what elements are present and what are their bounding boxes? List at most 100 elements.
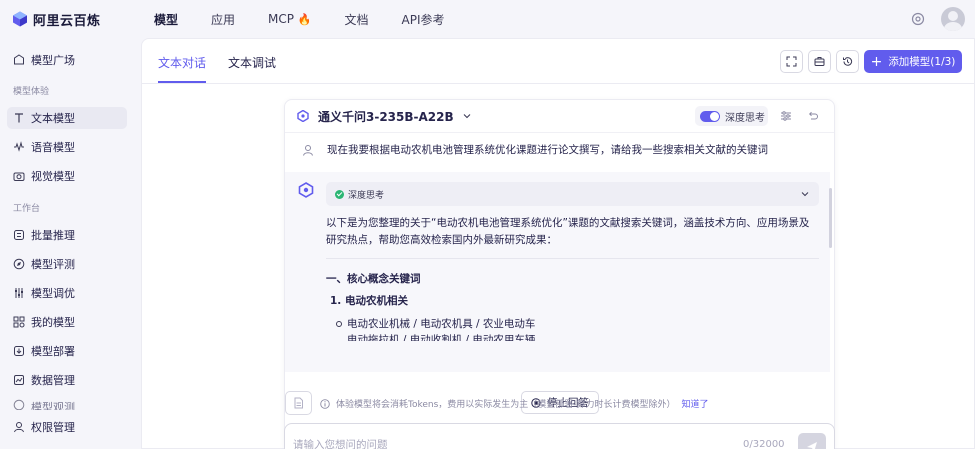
camera-icon xyxy=(13,172,25,181)
sidebar-item-label: 模型观测 xyxy=(31,401,75,410)
waveform-icon xyxy=(14,141,24,152)
user-message-text: 现在我要根据电动农机电池管理系统优化课题进行论文撰写，请给我一些搜索相关文献的关… xyxy=(327,144,768,156)
settings-sliders-icon[interactable] xyxy=(780,110,792,122)
answer-subsection-title: 1. 电动农机相关 xyxy=(330,295,408,307)
history-icon xyxy=(843,57,853,66)
sidebar-item-model-deploy[interactable]: 模型部署 xyxy=(7,340,127,362)
top-nav: 模型 应用 MCP 🔥 文档 API参考 xyxy=(154,11,478,28)
sidebar-item-label: 批量推理 xyxy=(31,229,75,242)
add-model-button[interactable]: + 添加模型(1/3) xyxy=(864,50,962,73)
toolbox-icon xyxy=(814,57,825,66)
user-message: 现在我要根据电动农机电池管理系统优化课题进行论文撰写，请给我一些搜索相关文献的关… xyxy=(302,142,822,157)
undo-icon[interactable] xyxy=(807,110,819,122)
token-notice: 体验模型将会消耗Tokens，费用以实际发生为主（模型部署-算力时长计费模型除外… xyxy=(320,397,709,410)
fire-icon: 🔥 xyxy=(297,13,312,26)
model-selector-bar: 通义千问3-235B-A22B 深度思考 xyxy=(285,100,834,133)
deploy-icon xyxy=(14,346,24,356)
nav-item-api[interactable]: API参考 xyxy=(402,11,445,28)
sidebar-item-label: 视觉模型 xyxy=(31,170,75,183)
token-notice-text: 体验模型将会消耗Tokens，费用以实际发生为主（模型部署-算力时长计费模型除外… xyxy=(336,400,676,410)
qwen-logo-icon xyxy=(298,182,314,198)
sidebar-item-vision-model[interactable]: 视觉模型 xyxy=(7,165,127,187)
toggle-switch[interactable] xyxy=(700,110,720,122)
sidebar-item-label: 我的模型 xyxy=(31,316,75,329)
list-item: 电动拖拉机 / 电动收割机 / 电动农用车辆 xyxy=(347,334,536,341)
sidebar-item-model-eval[interactable]: 模型评测 xyxy=(7,253,127,275)
user-avatar-icon xyxy=(303,144,313,156)
nav-item-apps[interactable]: 应用 xyxy=(211,11,235,28)
thinking-label: 深度思考 xyxy=(348,190,385,201)
compass-icon xyxy=(13,258,25,270)
thinking-panel[interactable]: 深度思考 xyxy=(326,182,819,206)
chevron-down-icon[interactable] xyxy=(462,111,472,121)
nav-item-docs[interactable]: 文档 xyxy=(345,11,369,28)
fullscreen-button[interactable] xyxy=(780,50,803,73)
grid-icon xyxy=(13,316,25,328)
sidebar-item-label: 模型评测 xyxy=(31,258,75,271)
deep-think-label: 深度思考 xyxy=(725,112,765,124)
answer-intro: 以下是为您整理的关于“电动农机电池管理系统优化”课题的文献搜索关键词，涵盖技术方… xyxy=(326,217,810,246)
toolbox-button[interactable] xyxy=(808,50,831,73)
top-bar: 阿里云百炼 模型 应用 MCP 🔥 文档 API参考 xyxy=(0,0,975,38)
sidebar-section-workbench: 工作台 xyxy=(13,204,41,214)
avatar[interactable] xyxy=(941,7,965,31)
chat-input-box: 0/32000 xyxy=(284,423,835,449)
document-icon xyxy=(294,397,303,409)
sidebar-item-voice-model[interactable]: 语音模型 xyxy=(7,136,127,158)
user-icon xyxy=(14,422,24,433)
scrollbar-thumb[interactable] xyxy=(829,188,832,248)
main-panel: 文本对话 文本调试 + 添加模型(1/3) 通义千问3-235B-A22B 深度… xyxy=(141,38,975,449)
sidebar-item-my-models[interactable]: 我的模型 xyxy=(7,311,127,333)
sidebar-item-data-mgmt[interactable]: 数据管理 xyxy=(7,369,127,391)
sidebar-item-label: 模型广场 xyxy=(31,54,75,67)
sidebar-item-model-monitor[interactable]: 模型观测 xyxy=(7,399,127,410)
info-icon xyxy=(320,398,330,409)
sidebar-item-label: 语音模型 xyxy=(31,141,75,154)
assistant-message: 深度思考 以下是为您整理的关于“电动农机电池管理系统优化”课题的文献搜索关键词，… xyxy=(285,172,830,372)
deep-think-toggle[interactable]: 深度思考 xyxy=(695,106,768,126)
fullscreen-icon xyxy=(786,56,797,67)
monitor-icon xyxy=(13,399,25,410)
sidebar-item-model-plaza[interactable]: 模型广场 xyxy=(7,49,127,71)
got-it-link[interactable]: 知道了 xyxy=(682,397,709,410)
text-icon xyxy=(15,113,23,123)
sliders-icon xyxy=(15,288,23,298)
plus-icon: + xyxy=(870,53,883,70)
brand-logo-icon xyxy=(13,11,27,27)
send-button[interactable] xyxy=(798,433,826,449)
chat-input[interactable] xyxy=(293,436,723,449)
sidebar-item-label: 权限管理 xyxy=(31,421,75,434)
nav-item-models[interactable]: 模型 xyxy=(154,11,178,28)
tab-text-debug[interactable]: 文本调试 xyxy=(228,54,276,83)
send-icon xyxy=(807,442,817,449)
sidebar-item-batch-inference[interactable]: 批量推理 xyxy=(7,224,127,246)
chevron-down-icon[interactable] xyxy=(801,190,809,198)
history-button[interactable] xyxy=(836,50,859,73)
gear-icon[interactable] xyxy=(911,12,925,26)
answer-section-title: 一、核心概念关键词 xyxy=(326,273,421,285)
tab-text-chat[interactable]: 文本对话 xyxy=(158,54,207,83)
attach-doc-button[interactable] xyxy=(285,391,312,415)
chart-icon xyxy=(14,375,24,385)
sidebar-item-label: 模型调优 xyxy=(31,287,75,300)
divider xyxy=(326,258,819,259)
sidebar-item-text-model[interactable]: 文本模型 xyxy=(7,107,127,129)
model-name[interactable]: 通义千问3-235B-A22B xyxy=(318,108,454,125)
sidebar: 模型广场 模型体验 文本模型 语音模型 视觉模型 工作台 批量推理 模型评测 模… xyxy=(0,38,140,449)
top-right-actions xyxy=(911,7,965,31)
plaza-icon xyxy=(14,54,24,65)
tab-bar: 文本对话 文本调试 xyxy=(158,39,298,83)
nav-item-mcp-label: MCP xyxy=(268,12,294,26)
check-icon xyxy=(335,189,344,199)
sidebar-item-model-tuning[interactable]: 模型调优 xyxy=(7,282,127,304)
char-counter: 0/32000 xyxy=(743,439,785,449)
nav-item-mcp[interactable]: MCP 🔥 xyxy=(268,12,312,26)
sidebar-item-permissions[interactable]: 权限管理 xyxy=(7,416,127,438)
brand-name: 阿里云百炼 xyxy=(33,13,101,29)
list-item: 电动农业机械 / 电动农机具 / 农业电动车 xyxy=(335,318,536,330)
sidebar-item-label: 文本模型 xyxy=(31,112,75,125)
brand[interactable]: 阿里云百炼 xyxy=(12,10,142,29)
sidebar-item-label: 模型部署 xyxy=(31,345,75,358)
sidebar-section-experience: 模型体验 xyxy=(13,87,50,97)
qwen-logo-icon xyxy=(297,110,309,122)
